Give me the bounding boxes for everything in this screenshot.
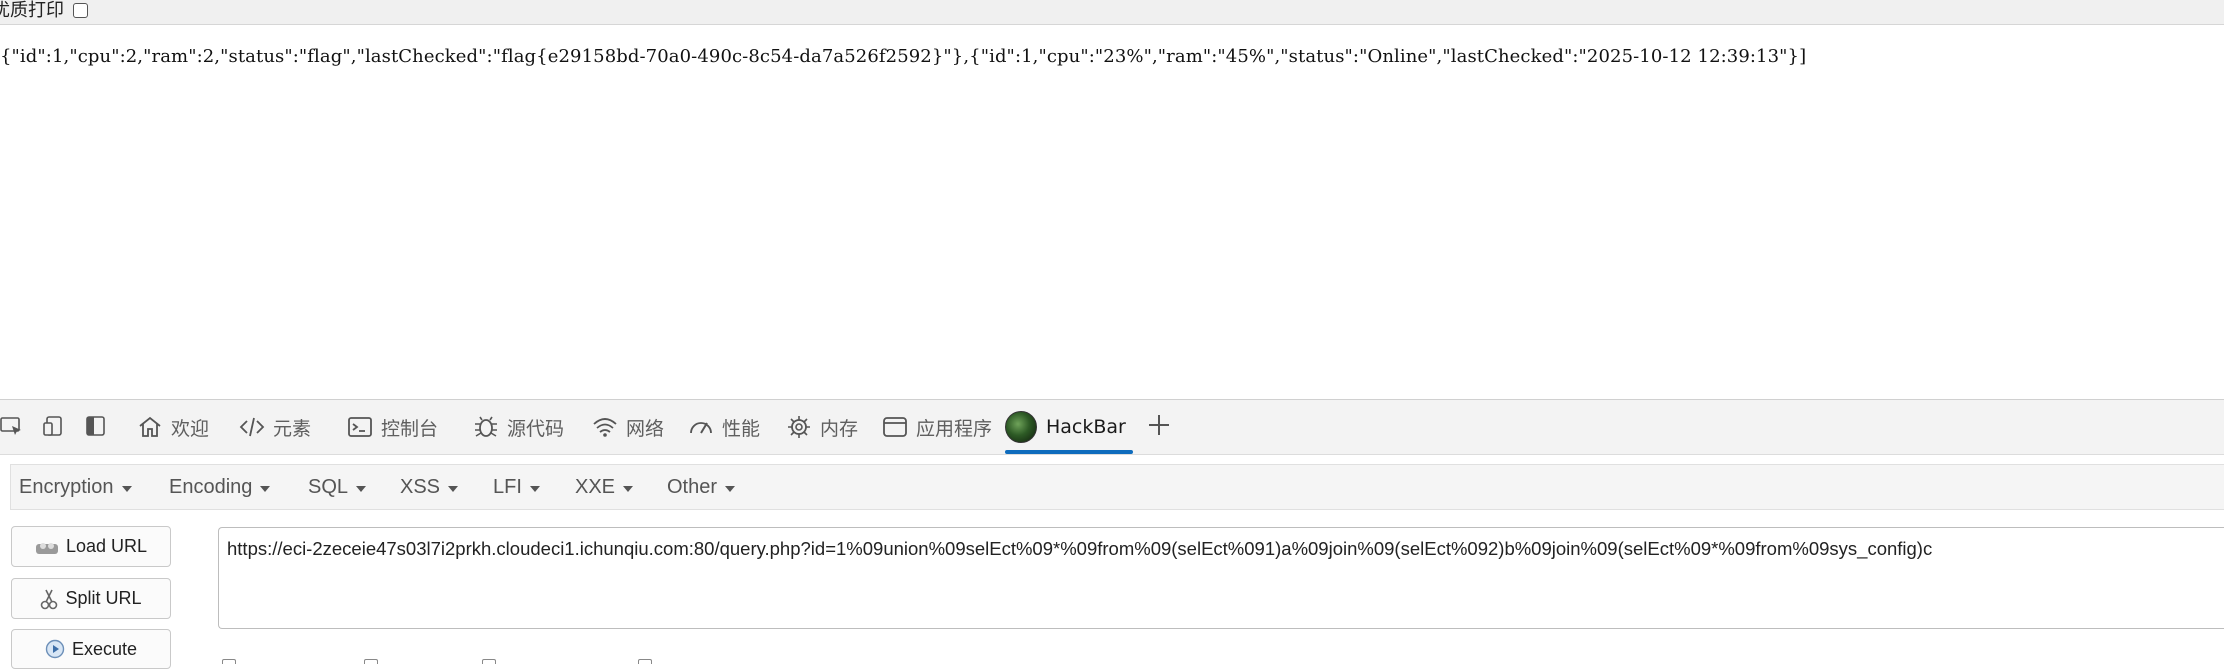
- tab-console[interactable]: 控制台: [347, 400, 438, 454]
- add-tool-plus-icon[interactable]: [1146, 412, 1172, 438]
- cookies-checkbox[interactable]: [638, 659, 652, 664]
- gauge-icon: [690, 422, 712, 434]
- tab-application[interactable]: 应用程序: [882, 400, 992, 454]
- chevron-down-icon: [121, 485, 132, 492]
- application-icon: [883, 417, 907, 437]
- tab-hackbar-label: HackBar: [1046, 416, 1126, 438]
- load-icon: [35, 542, 58, 554]
- tab-memory[interactable]: 内存: [786, 400, 858, 454]
- menu-encryption[interactable]: Encryption: [19, 465, 132, 509]
- split-url-button[interactable]: Split URL: [11, 578, 171, 619]
- print-toolbar: 优质打印: [0, 0, 2224, 25]
- devtools-panel: 欢迎 元素 控制台 源代码 网络 性能 内存 应用程序 HackBar Encr…: [0, 399, 2224, 669]
- tab-sources[interactable]: 源代码: [473, 400, 564, 454]
- bug-icon: [475, 416, 497, 437]
- tab-welcome-label: 欢迎: [171, 417, 210, 440]
- menu-lfi-label: LFI: [493, 475, 522, 498]
- menu-other[interactable]: Other: [667, 465, 736, 509]
- execute-label: Execute: [71, 638, 138, 659]
- split-url-label: Split URL: [65, 588, 142, 608]
- tab-performance-label: 性能: [722, 417, 761, 440]
- tab-console-label: 控制台: [381, 417, 439, 440]
- hackbar-menu-bar: Encryption Encoding SQL XSS LFI XXE Othe…: [10, 464, 2224, 510]
- tab-network-label: 网络: [626, 417, 665, 440]
- tab-sources-label: 源代码: [507, 417, 565, 440]
- chevron-down-icon: [623, 485, 634, 492]
- inspect-icon[interactable]: [0, 415, 24, 437]
- tab-welcome[interactable]: 欢迎: [137, 400, 209, 454]
- menu-sql[interactable]: SQL: [308, 465, 367, 509]
- memory-icon: [788, 416, 810, 438]
- home-icon: [139, 416, 161, 437]
- menu-xxe[interactable]: XXE: [575, 465, 634, 509]
- tab-elements[interactable]: 元素: [239, 400, 311, 454]
- tab-memory-label: 内存: [820, 417, 859, 440]
- menu-sql-label: SQL: [308, 475, 349, 498]
- chevron-down-icon: [448, 485, 459, 492]
- hackbar-logo-icon: [1005, 411, 1037, 443]
- chevron-down-icon: [725, 485, 736, 492]
- dock-side-icon[interactable]: [84, 415, 108, 437]
- chevron-down-icon: [529, 485, 540, 492]
- tab-performance[interactable]: 性能: [688, 400, 760, 454]
- menu-lfi[interactable]: LFI: [493, 465, 540, 509]
- tab-hackbar[interactable]: HackBar: [1005, 400, 1133, 454]
- play-icon: [45, 639, 65, 659]
- tab-elements-label: 元素: [273, 417, 312, 440]
- execute-button[interactable]: Execute: [11, 629, 171, 669]
- referer-checkbox[interactable]: [364, 659, 378, 664]
- menu-encoding[interactable]: Encoding: [169, 465, 271, 509]
- menu-xss[interactable]: XSS: [400, 465, 459, 509]
- print-quality-label: 优质打印: [0, 0, 64, 21]
- devtools-tabbar: 欢迎 元素 控制台 源代码 网络 性能 内存 应用程序 HackBar: [0, 400, 2224, 455]
- menu-encryption-label: Encryption: [19, 475, 114, 498]
- load-url-button[interactable]: Load URL: [11, 526, 171, 567]
- url-text: https://eci-2zeceie47s03l7i2prkh.cloudec…: [227, 538, 1933, 559]
- code-icon: [239, 417, 265, 437]
- console-icon: [348, 417, 372, 437]
- json-response-text: {"id":1,"cpu":2,"ram":2,"status":"flag",…: [0, 46, 1807, 67]
- print-quality-checkbox[interactable]: [73, 3, 88, 18]
- tab-application-label: 应用程序: [916, 417, 993, 440]
- chevron-down-icon: [356, 485, 367, 492]
- chevron-down-icon: [260, 485, 271, 492]
- menu-other-label: Other: [667, 475, 718, 498]
- tab-network[interactable]: 网络: [592, 400, 664, 454]
- user-agent-checkbox[interactable]: [482, 659, 496, 664]
- post-data-checkbox[interactable]: [222, 659, 236, 664]
- wifi-icon: [593, 418, 617, 437]
- device-emulation-icon[interactable]: [42, 415, 66, 437]
- scissors-icon: [41, 589, 58, 609]
- load-url-label: Load URL: [65, 536, 148, 556]
- menu-xxe-label: XXE: [575, 475, 616, 498]
- menu-encoding-label: Encoding: [169, 475, 253, 498]
- url-textarea[interactable]: https://eci-2zeceie47s03l7i2prkh.cloudec…: [218, 527, 2224, 629]
- menu-xss-label: XSS: [400, 475, 441, 498]
